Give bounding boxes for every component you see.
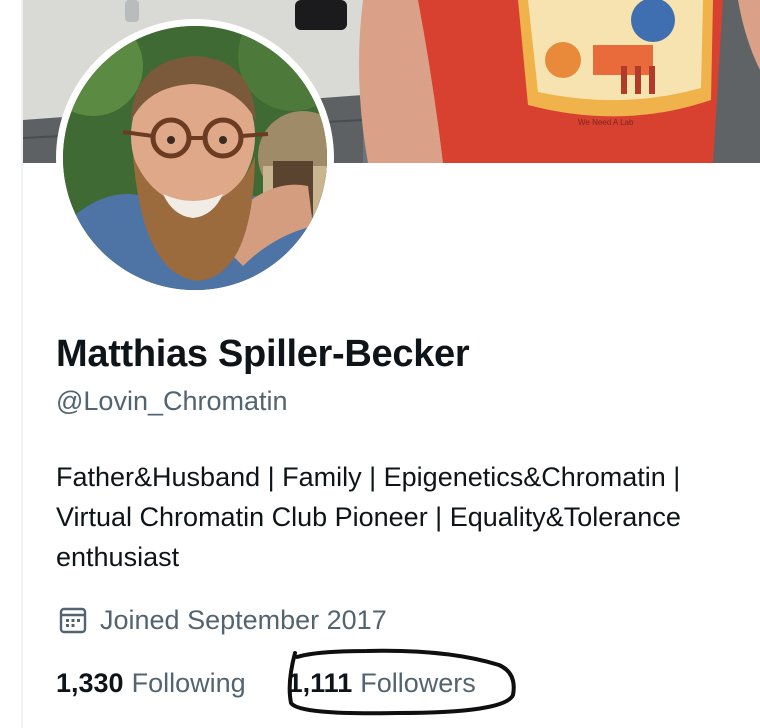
calendar-icon xyxy=(59,607,87,634)
followers-link[interactable]: 1,111 Followers xyxy=(288,668,476,699)
profile-bio: Father&Husband | Family | Epigenetics&Ch… xyxy=(56,457,760,577)
svg-text:We Need A Lab: We Need A Lab xyxy=(578,118,634,127)
bio-line: enthusiast xyxy=(56,542,180,572)
avatar[interactable] xyxy=(63,26,327,290)
bio-line: Virtual Chromatin Club Pioneer | Equalit… xyxy=(56,502,681,532)
following-label: Following xyxy=(131,667,246,698)
followers-count: 1,111 xyxy=(287,667,353,698)
profile-page: We Need A Lab Matthias Spiller-Becker @L… xyxy=(0,0,760,728)
avatar-photo xyxy=(63,26,327,290)
joined-date: Joined September 2017 xyxy=(56,600,387,640)
bio-line: Father&Husband | Family | Epigenetics&Ch… xyxy=(56,462,681,492)
follow-stats: 1,330 Following 1,111 Followers xyxy=(56,663,476,703)
following-count: 1,330 xyxy=(56,667,124,698)
following-link[interactable]: 1,330 Following xyxy=(56,668,246,699)
joined-text: Joined September 2017 xyxy=(100,604,387,635)
followers-label: Followers xyxy=(360,667,476,698)
user-handle: @Lovin_Chromatin xyxy=(56,386,288,416)
display-name: Matthias Spiller-Becker xyxy=(56,333,470,375)
